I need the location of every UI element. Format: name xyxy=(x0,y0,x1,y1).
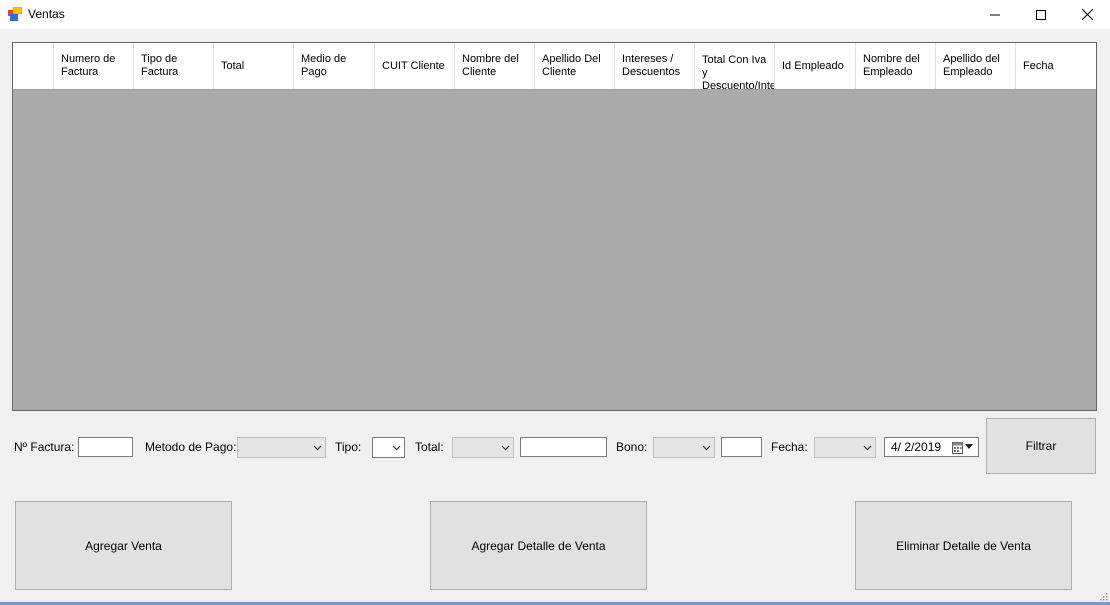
tipo-label: Tipo: xyxy=(335,440,362,454)
chevron-down-icon xyxy=(313,445,322,451)
total-input[interactable] xyxy=(520,437,607,457)
total-operator-select[interactable] xyxy=(452,437,514,458)
column-nombre-cliente[interactable]: Nombre del Cliente xyxy=(455,43,535,89)
fecha-value: 4/ 2/2019 xyxy=(891,440,942,454)
total-label: Total: xyxy=(415,440,444,454)
resize-grip-icon[interactable] xyxy=(1098,591,1108,601)
maximize-button[interactable] xyxy=(1018,0,1064,29)
window-title: Ventas xyxy=(28,7,65,21)
fecha-datepicker[interactable]: 4/ 2/2019 xyxy=(884,437,979,457)
calendar-icon[interactable] xyxy=(952,441,963,454)
fecha-operator-select[interactable] xyxy=(814,437,876,458)
filtrar-button[interactable]: Filtrar xyxy=(986,418,1096,474)
maximize-icon xyxy=(1036,9,1046,20)
fecha-label: Fecha: xyxy=(771,440,808,454)
column-numero-factura[interactable]: Numero de Factura xyxy=(54,43,134,89)
column-total[interactable]: Total xyxy=(214,43,294,89)
close-button[interactable] xyxy=(1064,0,1110,29)
chevron-down-icon xyxy=(863,445,872,451)
factura-input[interactable] xyxy=(78,437,133,457)
chevron-down-icon xyxy=(392,445,401,451)
grid-header: Numero de Factura Tipo de Factura Total … xyxy=(13,43,1096,90)
title-bar: Ventas xyxy=(0,0,1110,29)
metodo-pago-label: Metodo de Pago: xyxy=(145,440,237,454)
minimize-button[interactable] xyxy=(972,0,1018,29)
column-nombre-empleado[interactable]: Nombre del Empleado xyxy=(856,43,936,89)
column-fecha[interactable]: Fecha xyxy=(1016,43,1096,89)
column-apellido-cliente[interactable]: Apellido Del Cliente xyxy=(535,43,615,89)
dropdown-arrow-icon[interactable] xyxy=(965,444,973,450)
column-intereses-descuentos[interactable]: Intereses / Descuentos xyxy=(615,43,695,89)
chevron-down-icon xyxy=(702,445,711,451)
column-total-con-iva[interactable]: Total Con Iva y Descuento/Interes xyxy=(695,43,775,89)
bono-label: Bono: xyxy=(616,440,648,454)
chevron-down-icon xyxy=(501,445,510,451)
tipo-select[interactable] xyxy=(372,437,405,458)
agregar-detalle-button[interactable]: Agregar Detalle de Venta xyxy=(430,501,647,590)
app-icon xyxy=(8,7,22,21)
bono-operator-select[interactable] xyxy=(653,437,715,458)
eliminar-detalle-button[interactable]: Eliminar Detalle de Venta xyxy=(855,501,1072,590)
column-cuit-cliente[interactable]: CUIT Cliente xyxy=(375,43,455,89)
column-id-empleado[interactable]: Id Empleado xyxy=(775,43,856,89)
sales-grid[interactable]: Numero de Factura Tipo de Factura Total … xyxy=(12,42,1097,411)
agregar-venta-button[interactable]: Agregar Venta xyxy=(15,501,232,590)
factura-label: Nº Factura: xyxy=(14,440,75,454)
column-tipo-factura[interactable]: Tipo de Factura xyxy=(134,43,214,89)
close-icon xyxy=(1081,9,1093,20)
column-apellido-empleado[interactable]: Apellido del Empleado xyxy=(936,43,1016,89)
row-header-column[interactable] xyxy=(13,43,54,89)
column-medio-pago[interactable]: Medio de Pago xyxy=(294,43,375,89)
bono-input[interactable] xyxy=(721,437,762,457)
minimize-icon xyxy=(990,14,1000,15)
metodo-pago-select[interactable] xyxy=(237,437,326,458)
